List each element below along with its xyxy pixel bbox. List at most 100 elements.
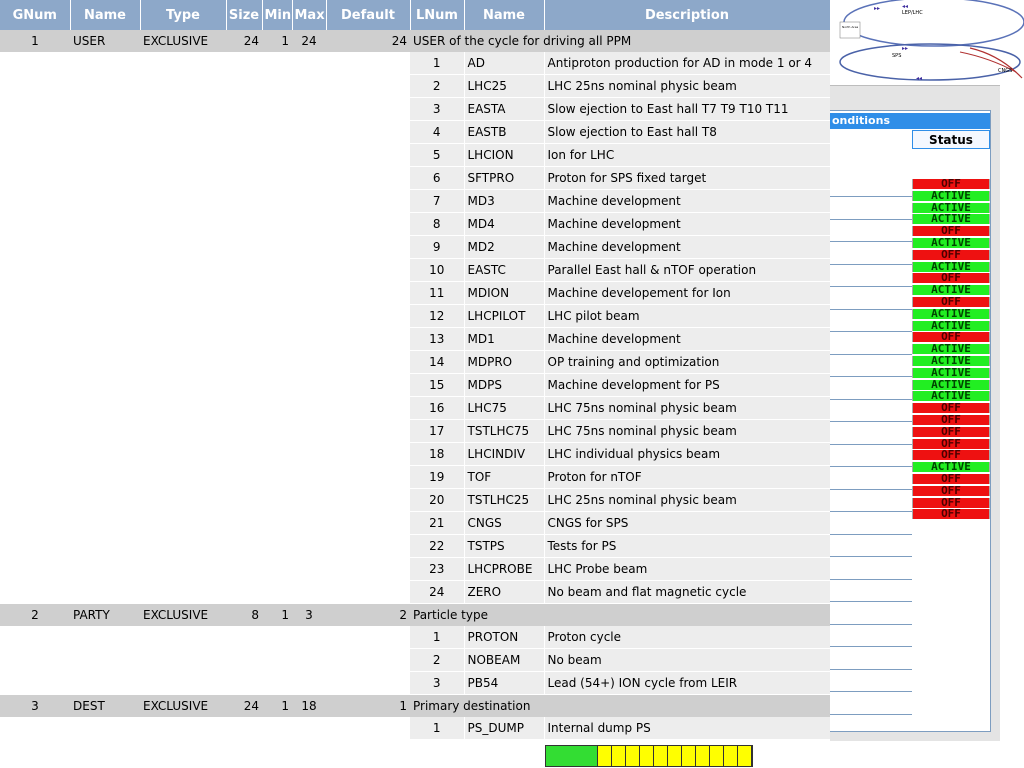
table-row[interactable]: 16 LHC75 LHC 75ns nominal physic beam	[0, 396, 830, 420]
status-cell: OFF	[912, 332, 990, 343]
row-indent	[0, 235, 410, 259]
item-name: LHC75	[463, 396, 544, 420]
status-cell: ACTIVE	[912, 344, 990, 355]
cycle-segment[interactable]	[612, 746, 626, 766]
item-lnum: 23	[410, 557, 464, 581]
row-indent	[0, 557, 410, 581]
header-max[interactable]: Max	[292, 0, 327, 30]
header-gnum[interactable]: GNum	[0, 0, 71, 30]
item-lnum: 22	[410, 534, 464, 558]
row-divider	[830, 241, 912, 242]
table-row[interactable]: 14 MDPRO OP training and optimization	[0, 350, 830, 374]
table-row[interactable]: 15 MDPS Machine development for PS	[0, 373, 830, 397]
status-cell: OFF	[912, 438, 990, 449]
cycle-segment[interactable]	[738, 746, 752, 766]
table-row[interactable]: 24 ZERO No beam and flat magnetic cycle	[0, 580, 830, 604]
table-row[interactable]: 11 MDION Machine developement for Ion	[0, 281, 830, 305]
table-row[interactable]: 20 TSTLHC25 LHC 25ns nominal physic beam	[0, 488, 830, 512]
item-description: Ion for LHC	[543, 143, 830, 167]
table-row[interactable]: 13 MD1 Machine development	[0, 327, 830, 351]
row-indent	[0, 52, 410, 75]
table-row[interactable]: 8 MD4 Machine development	[0, 212, 830, 236]
status-cell: OFF	[912, 415, 990, 425]
status-cell: ACTIVE	[912, 379, 990, 390]
svg-text:◂◂: ◂◂	[902, 3, 908, 10]
status-cell: OFF	[912, 474, 990, 484]
header-name[interactable]: Name	[70, 0, 141, 30]
header-item-name[interactable]: Name	[464, 0, 545, 30]
item-description: Slow ejection to East hall T7 T9 T10 T11	[543, 97, 830, 121]
row-divider	[830, 668, 912, 670]
row-indent	[0, 373, 410, 397]
table-row[interactable]: 7 MD3 Machine development	[0, 189, 830, 213]
item-lnum: 9	[410, 235, 464, 259]
table-row[interactable]: 18 LHCINDIV LHC individual physics beam	[0, 442, 830, 466]
cycle-segment[interactable]	[626, 746, 640, 766]
cycle-segment[interactable]	[724, 746, 738, 766]
item-description: Antiproton production for AD in mode 1 o…	[543, 52, 830, 75]
group-row[interactable]: 1 USER EXCLUSIVE 24 1 24 24 USER of the cycle f…	[0, 30, 830, 52]
table-row[interactable]: 21 CNGS CNGS for SPS	[0, 511, 830, 535]
table-row[interactable]: 3 EASTA Slow ejection to East hall T7 T9 T…	[0, 97, 830, 121]
status-cell: ACTIVE	[912, 202, 990, 213]
table-row[interactable]: 2 LHC25 LHC 25ns nominal physic beam	[0, 74, 830, 98]
row-indent	[0, 396, 410, 420]
cycle-segment[interactable]	[654, 746, 668, 766]
cycle-segment[interactable]	[640, 746, 654, 766]
table-row[interactable]: 10 EASTC Parallel East hall & nTOF operati…	[0, 258, 830, 282]
row-divider	[830, 443, 912, 445]
group-gnum: 3	[0, 694, 70, 717]
table-row[interactable]: 9 MD2 Machine development	[0, 235, 830, 259]
group-row[interactable]: 2 PARTY EXCLUSIVE 8 1 3 2 Particle type	[0, 603, 830, 626]
item-lnum: 6	[410, 166, 464, 190]
status-cell: ACTIVE	[912, 462, 990, 473]
cycle-segment[interactable]	[598, 746, 612, 766]
row-divider	[830, 488, 912, 490]
cycle-segment[interactable]	[668, 746, 682, 766]
row-indent	[0, 120, 410, 144]
table-row[interactable]: 22 TSTPS Tests for PS	[0, 534, 830, 558]
status-cell: ACTIVE	[912, 214, 990, 225]
header-lnum[interactable]: LNum	[410, 0, 465, 30]
group-gnum: 2	[0, 603, 70, 626]
table-row[interactable]: 12 LHCPILOT LHC pilot beam	[0, 304, 830, 328]
header-type[interactable]: Type	[140, 0, 227, 30]
row-indent	[0, 97, 410, 121]
row-indent	[0, 143, 410, 167]
item-lnum: 18	[410, 442, 464, 466]
table-row[interactable]: 2 NOBEAM No beam	[0, 648, 830, 672]
group-row[interactable]: 3 DEST EXCLUSIVE 24 1 18 1 Primary destination	[0, 694, 830, 717]
header-size[interactable]: Size	[226, 0, 263, 30]
cycle-segment[interactable]	[710, 746, 724, 766]
table-row[interactable]: 17 TSTLHC75 LHC 75ns nominal physic beam	[0, 419, 830, 443]
cycle-segment[interactable]	[696, 746, 710, 766]
header-default[interactable]: Default	[326, 0, 411, 30]
table-row[interactable]: 19 TOF Proton for nTOF	[0, 465, 830, 489]
table-row[interactable]: 1 PS_DUMP Internal dump PS	[0, 717, 830, 740]
table-row[interactable]: 6 SFTPRO Proton for SPS fixed target	[0, 166, 830, 190]
diagram-label-sps: SPS	[892, 53, 901, 59]
table-row[interactable]: 4 EASTB Slow ejection to East hall T8	[0, 120, 830, 144]
item-description: Machine development for PS	[543, 373, 830, 397]
status-cell: ACTIVE	[912, 238, 990, 248]
header-min[interactable]: Min	[262, 0, 293, 30]
table-row[interactable]: 1 PROTON Proton cycle	[0, 626, 830, 649]
item-lnum: 1	[410, 626, 464, 649]
header-description[interactable]: Description	[544, 0, 830, 30]
table-row[interactable]: 1 AD Antiproton production for AD in mode …	[0, 52, 830, 75]
status-cell: OFF	[912, 226, 990, 237]
cycle-segment[interactable]	[546, 746, 598, 766]
row-divider	[830, 196, 912, 197]
status-cell: OFF	[912, 497, 990, 508]
table-row[interactable]: 23 LHCPROBE LHC Probe beam	[0, 557, 830, 581]
item-name: LHCPROBE	[463, 557, 544, 581]
table-row[interactable]: 5 LHCION Ion for LHC	[0, 143, 830, 167]
cycle-segment[interactable]	[682, 746, 696, 766]
item-lnum: 14	[410, 350, 464, 374]
item-description: Slow ejection to East hall T8	[543, 120, 830, 144]
status-cell: ACTIVE	[912, 320, 990, 331]
table-row[interactable]: 3 PB54 Lead (54+) ION cycle from LEIR	[0, 671, 830, 695]
status-cell: ACTIVE	[912, 190, 990, 201]
row-indent	[0, 465, 410, 489]
cycle-table-window: GNum Name Type Size Min Max Default LNum Name Des…	[0, 0, 830, 745]
